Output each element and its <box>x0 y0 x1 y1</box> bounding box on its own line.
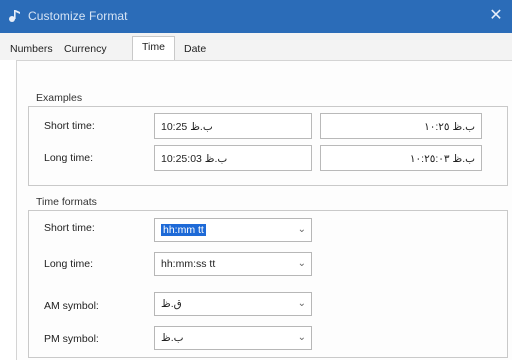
chevron-down-icon[interactable]: ⌄ <box>298 293 306 315</box>
chevron-down-icon[interactable]: ⌄ <box>298 327 306 349</box>
examples-short-time-label: Short time: <box>44 120 95 132</box>
chevron-down-icon[interactable]: ⌄ <box>298 219 306 241</box>
short-time-format-value[interactable]: hh:mm tt <box>161 224 206 236</box>
example-long-time-latin: 10:25:03 ب.ظ <box>154 145 312 171</box>
tab-strip: Numbers Currency Time Date <box>0 33 512 62</box>
music-note-icon <box>9 10 20 22</box>
tab-currency[interactable]: Currency <box>60 39 111 59</box>
long-time-format-value[interactable]: hh:mm:ss tt <box>161 258 215 270</box>
tab-numbers[interactable]: Numbers <box>6 39 57 59</box>
short-time-format-combo[interactable]: hh:mm tt ⌄ <box>154 218 312 242</box>
pm-symbol-label: PM symbol: <box>44 333 99 345</box>
title-bar: Customize Format ✕ <box>0 0 512 33</box>
time-formats-group-title: Time formats <box>36 196 97 208</box>
short-time-format-label: Short time: <box>44 222 95 234</box>
am-symbol-value[interactable]: ق.ظ <box>161 298 182 310</box>
chevron-down-icon[interactable]: ⌄ <box>298 253 306 275</box>
example-long-time-arabic: ب.ظ ١٠:٢٥:٠٣ <box>320 145 482 171</box>
long-time-format-combo[interactable]: hh:mm:ss tt ⌄ <box>154 252 312 276</box>
am-symbol-label: AM symbol: <box>44 300 99 312</box>
example-short-time-latin: 10:25 ب.ظ <box>154 113 312 139</box>
tab-time[interactable]: Time <box>132 36 175 62</box>
pm-symbol-value[interactable]: ب.ظ <box>161 332 184 344</box>
am-symbol-combo[interactable]: ق.ظ ⌄ <box>154 292 312 316</box>
close-icon[interactable]: ✕ <box>484 4 508 28</box>
examples-group-title: Examples <box>36 92 83 104</box>
example-short-time-arabic: ب.ظ ١٠:٢٥ <box>320 113 482 139</box>
window-title: Customize Format <box>28 9 128 23</box>
tab-date[interactable]: Date <box>180 39 210 59</box>
long-time-format-label: Long time: <box>44 258 94 270</box>
pm-symbol-combo[interactable]: ب.ظ ⌄ <box>154 326 312 350</box>
examples-long-time-label: Long time: <box>44 152 94 164</box>
